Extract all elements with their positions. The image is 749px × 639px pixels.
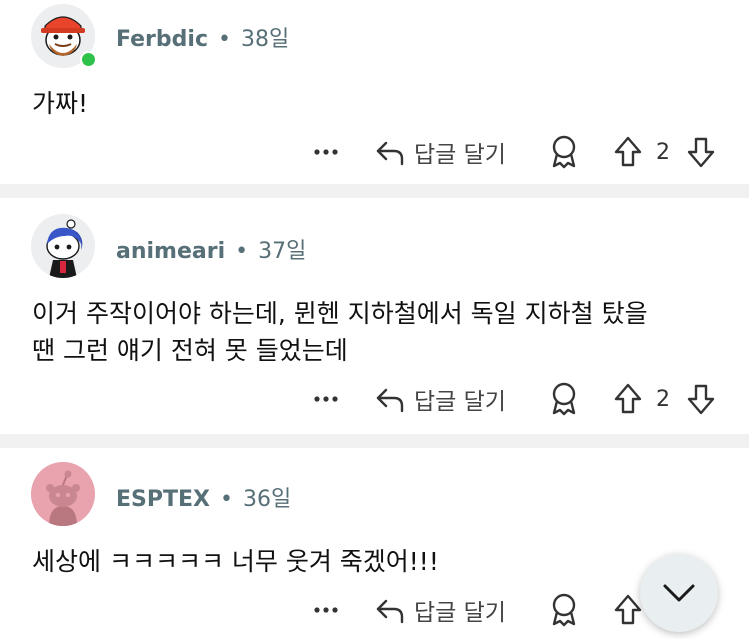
award-icon[interactable] bbox=[548, 590, 580, 630]
meta-separator: • bbox=[218, 27, 231, 52]
comment-3: ESPTEX • 36일 세상에 ㅋㅋㅋㅋㅋ 너무 웃겨 죽겠어!!! 답글 달기 bbox=[0, 448, 749, 639]
meta-separator: • bbox=[235, 239, 249, 264]
downvote-icon[interactable] bbox=[685, 132, 717, 172]
scroll-down-button[interactable] bbox=[640, 554, 718, 632]
comment-meta: animeari • 37일 bbox=[116, 233, 306, 265]
reply-button[interactable]: 답글 달기 bbox=[374, 379, 506, 419]
username[interactable]: Ferbdic bbox=[116, 27, 208, 52]
more-options-icon[interactable] bbox=[312, 590, 340, 630]
downvote-icon[interactable] bbox=[685, 379, 717, 419]
comment-divider bbox=[0, 184, 749, 198]
reply-button[interactable]: 답글 달기 bbox=[374, 590, 506, 630]
more-options-icon[interactable] bbox=[312, 379, 340, 419]
comment-2: animeari • 37일 이거 주작이어야 하는데, 뮌헨 지하철에서 독일 지… bbox=[0, 198, 749, 434]
comment-actions: 답글 달기 2 bbox=[0, 132, 749, 172]
reply-icon bbox=[374, 383, 406, 415]
award-icon[interactable] bbox=[548, 132, 580, 172]
more-options-icon[interactable] bbox=[312, 132, 340, 172]
vote-count: 2 bbox=[656, 386, 670, 412]
comment-actions: 답글 달기 2 bbox=[0, 379, 749, 419]
timestamp: 38일 bbox=[240, 27, 290, 52]
reply-icon bbox=[374, 136, 406, 168]
reply-label: 답글 달기 bbox=[414, 389, 506, 415]
comment-body-line: 땐 그런 얘기 전혀 못 들었는데 bbox=[32, 336, 348, 365]
comment-body: 세상에 ㅋㅋㅋㅋㅋ 너무 웃겨 죽겠어!!! bbox=[32, 547, 439, 576]
online-status-indicator bbox=[80, 51, 97, 68]
timestamp: 37일 bbox=[258, 239, 307, 264]
avatar[interactable] bbox=[31, 214, 95, 278]
esptex-avatar-icon bbox=[31, 462, 95, 526]
comment-1: Ferbdic • 38일 가짜! 답글 달기 2 bbox=[0, 0, 749, 184]
username[interactable]: ESPTEX bbox=[116, 487, 210, 512]
upvote-icon[interactable] bbox=[612, 379, 644, 419]
timestamp: 36일 bbox=[242, 487, 292, 512]
comment-meta: Ferbdic • 38일 bbox=[116, 21, 289, 53]
reply-label: 답글 달기 bbox=[414, 600, 506, 626]
comment-meta: ESPTEX • 36일 bbox=[116, 481, 291, 513]
comment-actions: 답글 달기 bbox=[0, 590, 749, 630]
award-icon[interactable] bbox=[548, 379, 580, 419]
comment-body-line: 이거 주작이어야 하는데, 뮌헨 지하철에서 독일 지하철 탔을 bbox=[32, 299, 648, 328]
comment-divider bbox=[0, 434, 749, 448]
vote-count: 2 bbox=[656, 139, 670, 165]
chevron-down-icon bbox=[661, 581, 697, 605]
reply-button[interactable]: 답글 달기 bbox=[374, 132, 506, 172]
upvote-icon[interactable] bbox=[612, 132, 644, 172]
animeari-avatar-icon bbox=[31, 214, 95, 278]
avatar[interactable] bbox=[31, 462, 95, 526]
reply-icon bbox=[374, 594, 406, 626]
username[interactable]: animeari bbox=[116, 239, 225, 264]
comment-body: 이거 주작이어야 하는데, 뮌헨 지하철에서 독일 지하철 탔을 땐 그런 얘기… bbox=[32, 295, 648, 369]
meta-separator: • bbox=[220, 487, 233, 512]
reply-label: 답글 달기 bbox=[414, 142, 506, 168]
comment-body: 가짜! bbox=[32, 89, 89, 118]
